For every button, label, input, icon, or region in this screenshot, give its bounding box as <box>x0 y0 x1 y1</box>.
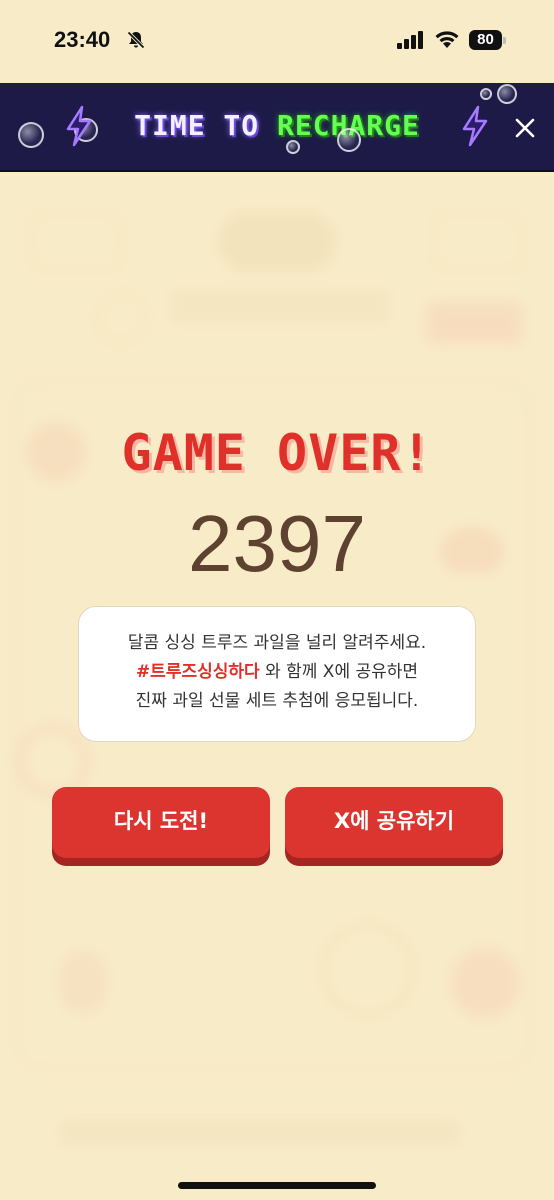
banner-text-primary: TIME TO <box>134 109 277 142</box>
battery-cap <box>503 37 506 44</box>
retry-button[interactable]: 다시 도전! <box>52 787 270 858</box>
wifi-icon <box>435 31 459 48</box>
home-indicator[interactable] <box>178 1182 376 1189</box>
banner-bubble <box>497 84 517 104</box>
banner-bubble <box>18 122 44 148</box>
share-message-card: 달콤 싱싱 트루즈 과일을 널리 알려주세요. #트루즈싱싱하다 와 함께 X에… <box>78 606 476 742</box>
message-line-1: 달콤 싱싱 트루즈 과일을 널리 알려주세요. <box>127 633 427 653</box>
banner-bubble <box>337 128 361 152</box>
share-on-x-button[interactable]: X에 공유하기 <box>285 787 503 858</box>
message-line-2-rest: 와 함께 X에 공유하면 <box>259 662 419 682</box>
close-icon[interactable] <box>512 115 538 141</box>
bell-slash-icon <box>127 31 145 49</box>
banner-bubble <box>286 140 300 154</box>
status-bar: 23:40 80 <box>0 0 554 83</box>
game-over-title: GAME OVER! <box>121 424 433 482</box>
lightning-icon <box>462 105 488 147</box>
battery-icon: 80 <box>469 30 506 50</box>
battery-level: 80 <box>469 30 502 50</box>
banner-bubble <box>480 88 492 100</box>
status-time: 23:40 <box>54 27 111 52</box>
hashtag: #트루즈싱싱하다 <box>135 662 260 682</box>
message-line-3: 진짜 과일 선물 세트 추첨에 응모됩니다. <box>135 691 419 711</box>
lightning-icon <box>66 105 92 147</box>
signal-icon <box>397 31 423 49</box>
message-line-2: #트루즈싱싱하다 와 함께 X에 공유하면 <box>79 658 475 687</box>
final-score: 2397 <box>188 499 366 588</box>
